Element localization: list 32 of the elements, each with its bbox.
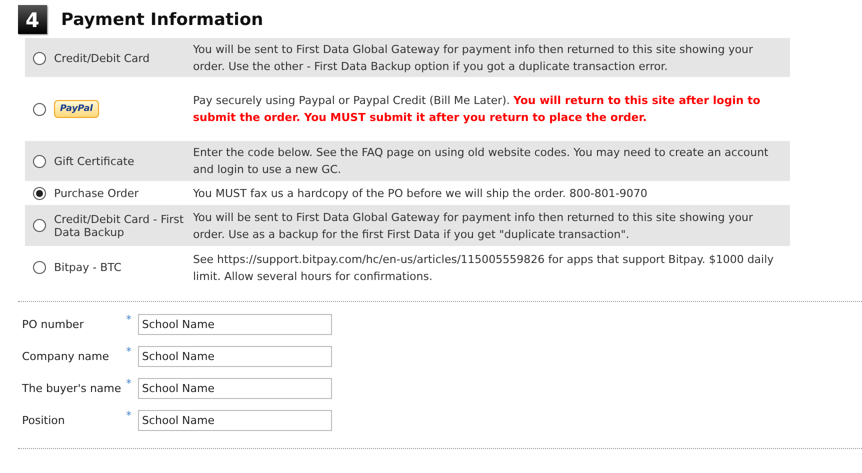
required-mark: * (126, 409, 132, 422)
payment-logo: PayPal (54, 100, 99, 118)
radio-button[interactable] (33, 219, 46, 232)
option-label: Credit/Debit Card - First Data Backup (54, 212, 185, 238)
option-description: You MUST fax us a hardcopy of the PO before we will ship the order. 800-801-9070 (193, 186, 648, 202)
radio-button[interactable] (33, 186, 46, 200)
input-field[interactable]: School Name (138, 346, 332, 367)
section-title: Payment Information (61, 10, 264, 30)
option-label: Bitpay - BTC (54, 261, 122, 274)
field-label: Position (22, 414, 66, 427)
option-label: Gift Certificate (54, 154, 134, 168)
radio-button[interactable] (33, 52, 46, 64)
option-label: Credit/Debit Card (54, 52, 150, 64)
step-number: 4 (18, 5, 47, 34)
radio-button[interactable] (33, 261, 46, 274)
option-description: You will be sent to First Data Global Gateway for payment info then returned to this site showing your order. Use as a backup for the first First Data if you get "duplicate transaction". (193, 210, 754, 242)
option-description: See https://support.bitpay.com/hc/en-us/articles/115005559826 for apps that support Bitpay. $1000 daily limit. Allow several hours for confirmations. (193, 252, 775, 284)
field-label: Company name (22, 350, 110, 363)
radio-button[interactable] (33, 154, 46, 168)
input-field[interactable]: School Name (138, 378, 332, 399)
input-field[interactable]: School Name (138, 410, 332, 431)
option-description: Pay securely using Paypal or Paypal Credit (Bill Me Later). You will return to this site after login to submit the order. You MUST submit it after you return to place the order. (193, 93, 762, 126)
option-description: Enter the code below. See the FAQ page on using old website codes. You may need to create an account and login to use a new GC. (193, 145, 770, 178)
field-label: The buyer's name (22, 382, 122, 395)
input-field[interactable]: School Name (138, 314, 332, 335)
option-description: You will be sent to First Data Global Gateway for payment info then returned to this site showing your order. Use the other - First Data Backup option if you got a duplicate transaction error. (193, 42, 754, 75)
field-label: PO number (22, 318, 85, 331)
required-mark: * (126, 377, 132, 390)
radio-button[interactable] (33, 102, 46, 116)
required-mark: * (126, 313, 132, 326)
option-label: Purchase Order (54, 186, 139, 200)
required-mark: * (126, 345, 132, 358)
